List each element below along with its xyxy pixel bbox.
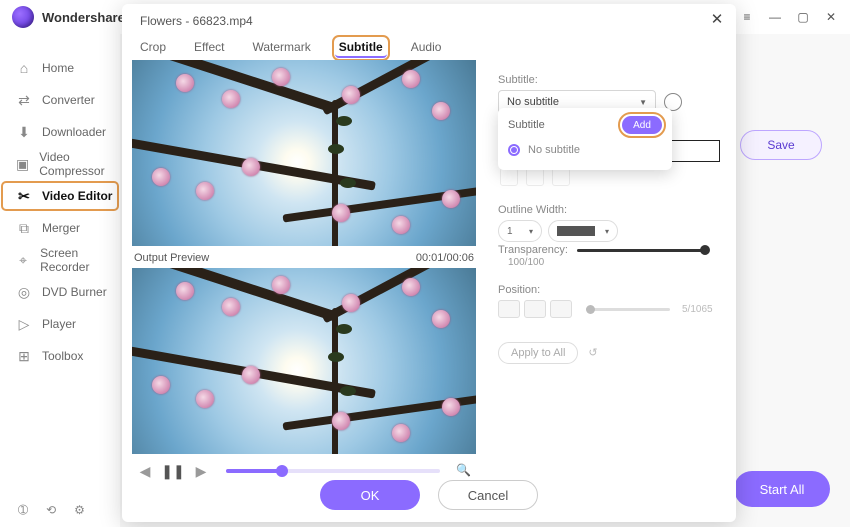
- subtitle-select-value: No subtitle: [507, 96, 559, 108]
- transport-controls: ◀ ❚❚ ▶ 🔍: [132, 460, 476, 482]
- converter-icon: ⇄: [16, 92, 32, 109]
- download-icon: ⬇: [16, 124, 32, 141]
- subtitle-label: Subtitle:: [498, 74, 722, 86]
- transparency-value: 100/100: [508, 257, 544, 268]
- compress-icon: ▣: [16, 156, 29, 173]
- output-preview: [132, 268, 476, 454]
- sidebar-item-label: Screen Recorder: [40, 246, 120, 274]
- tab-crop[interactable]: Crop: [136, 38, 170, 58]
- editor-modal: Flowers - 66823.mp4 ✕ Crop Effect Waterm…: [122, 4, 736, 522]
- sidebar-item-label: Player: [42, 317, 76, 331]
- position-middle-icon[interactable]: [524, 300, 546, 318]
- chevron-down-icon: ▼: [639, 98, 647, 107]
- disc-icon: ◎: [16, 284, 32, 301]
- preview-column: Output Preview 00:01/00:06 ◀ ❚❚ ▶ 🔍: [132, 60, 476, 482]
- sidebar-item-label: Converter: [42, 93, 95, 107]
- bold-icon[interactable]: [500, 168, 518, 186]
- tab-watermark[interactable]: Watermark: [248, 38, 314, 58]
- chevron-down-icon: ▾: [605, 227, 609, 236]
- app-title: Wondershare: [42, 10, 125, 25]
- source-preview: [132, 60, 476, 246]
- preview-timecode: 00:01/00:06: [416, 252, 474, 264]
- sidebar-item-screen-recorder[interactable]: ⌖ Screen Recorder: [0, 244, 120, 276]
- prev-frame-icon[interactable]: ◀: [136, 462, 154, 480]
- tab-audio[interactable]: Audio: [407, 38, 446, 58]
- color-swatch-icon: [557, 226, 595, 236]
- menu-icon[interactable]: ≡: [740, 10, 754, 24]
- chevron-down-icon: ▾: [529, 227, 533, 236]
- position-bottom-icon[interactable]: [498, 300, 520, 318]
- sidebar-item-label: Toolbox: [42, 349, 83, 363]
- next-frame-icon[interactable]: ▶: [192, 462, 210, 480]
- ok-button[interactable]: OK: [320, 480, 420, 510]
- sidebar-item-player[interactable]: ▷ Player: [0, 308, 120, 340]
- position-slider[interactable]: [586, 308, 670, 311]
- sidebar-item-downloader[interactable]: ⬇ Downloader: [0, 116, 120, 148]
- sidebar-item-video-compressor[interactable]: ▣ Video Compressor: [0, 148, 120, 180]
- cancel-button[interactable]: Cancel: [438, 480, 538, 510]
- output-preview-label: Output Preview: [134, 252, 209, 264]
- sidebar-item-converter[interactable]: ⇄ Converter: [0, 84, 120, 116]
- sidebar-item-label: Downloader: [42, 125, 106, 139]
- merge-icon: ⧉: [16, 220, 32, 237]
- underline-icon[interactable]: [552, 168, 570, 186]
- account-icon[interactable]: ➀: [18, 503, 28, 517]
- outline-width-select[interactable]: 1▾: [498, 220, 542, 242]
- font-style-buttons: [500, 168, 570, 186]
- close-modal-icon[interactable]: ✕: [708, 10, 726, 28]
- sidebar-item-video-editor[interactable]: ✂ Video Editor: [0, 180, 120, 212]
- dropdown-option-nosubtitle[interactable]: No subtitle: [508, 140, 662, 160]
- sidebar-bottom-icons: ➀ ⟲ ⚙: [0, 503, 120, 517]
- apply-to-all-button[interactable]: Apply to All: [498, 342, 578, 364]
- maximize-icon[interactable]: ▢: [796, 10, 810, 24]
- sidebar-item-dvd-burner[interactable]: ◎ DVD Burner: [0, 276, 120, 308]
- modal-footer: OK Cancel: [122, 480, 736, 510]
- scissors-icon: ✂: [16, 188, 32, 205]
- dropdown-title: Subtitle: [508, 119, 545, 131]
- play-icon: ▷: [16, 316, 32, 333]
- sidebar-item-label: DVD Burner: [42, 285, 107, 299]
- outline-width-label: Outline Width:: [498, 204, 618, 216]
- home-icon: ⌂: [16, 60, 32, 76]
- sidebar-item-toolbox[interactable]: ⊞ Toolbox: [0, 340, 120, 372]
- transparency-label: Transparency:: [498, 244, 568, 256]
- outline-color-select[interactable]: ▾: [548, 220, 618, 242]
- start-all-button[interactable]: Start All: [734, 471, 830, 507]
- sidebar: ⌂ Home ⇄ Converter ⬇ Downloader ▣ Video Comp…: [0, 34, 120, 527]
- seek-slider[interactable]: [226, 469, 440, 473]
- zoom-icon[interactable]: 🔍: [456, 463, 472, 479]
- add-subtitle-button[interactable]: Add: [622, 116, 662, 134]
- italic-icon[interactable]: [526, 168, 544, 186]
- sidebar-item-label: Merger: [42, 221, 80, 235]
- position-value: 5/1065: [682, 304, 713, 315]
- pause-icon[interactable]: ❚❚: [164, 462, 182, 480]
- app-logo-icon: [12, 6, 34, 28]
- position-label: Position:: [498, 284, 722, 296]
- tab-effect[interactable]: Effect: [190, 38, 228, 58]
- refresh-icon[interactable]: ⟲: [46, 503, 56, 517]
- sidebar-item-label: Video Editor: [42, 189, 112, 203]
- sidebar-item-home[interactable]: ⌂ Home: [0, 52, 120, 84]
- save-button[interactable]: Save: [740, 130, 822, 160]
- sidebar-item-merger[interactable]: ⧉ Merger: [0, 212, 120, 244]
- minimize-icon[interactable]: —: [768, 10, 782, 24]
- editor-tabs: Crop Effect Watermark Subtitle Audio: [136, 38, 445, 58]
- reset-icon[interactable]: ↺: [588, 346, 602, 360]
- sidebar-item-label: Home: [42, 61, 74, 75]
- close-window-icon[interactable]: ✕: [824, 10, 838, 24]
- position-top-icon[interactable]: [550, 300, 572, 318]
- radio-icon: [508, 144, 520, 156]
- subtitle-panel: Subtitle: No subtitle ▼ Subtitle Add No …: [490, 66, 722, 472]
- transparency-slider[interactable]: [577, 249, 707, 252]
- window-controls: ≡ — ▢ ✕: [740, 0, 850, 34]
- dropdown-option-label: No subtitle: [528, 144, 580, 156]
- modal-title: Flowers - 66823.mp4: [140, 14, 253, 28]
- tab-subtitle[interactable]: Subtitle: [335, 38, 387, 58]
- sidebar-item-label: Video Compressor: [39, 150, 120, 178]
- settings-icon[interactable]: ⚙: [74, 503, 85, 517]
- toolbox-icon: ⊞: [16, 348, 32, 365]
- subtitle-dropdown: Subtitle Add No subtitle: [498, 108, 672, 170]
- record-icon: ⌖: [16, 252, 30, 269]
